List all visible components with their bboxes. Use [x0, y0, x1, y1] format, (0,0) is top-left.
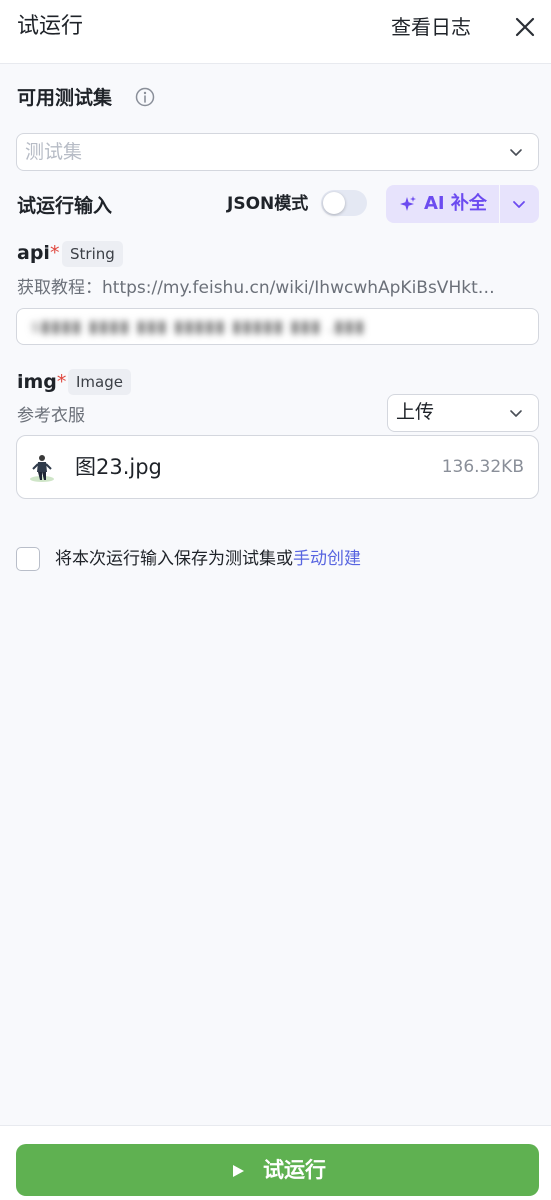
ai-complete-label: AI 补全 — [424, 193, 487, 214]
play-icon — [233, 1165, 244, 1177]
view-logs-button[interactable]: 查看日志 — [391, 14, 471, 40]
json-mode-label: JSON模式 — [227, 194, 309, 214]
chevron-down-icon — [510, 410, 522, 417]
required-mark: * — [49, 242, 60, 264]
img-description: 参考衣服 — [17, 406, 85, 426]
api-type-tag: String — [62, 241, 123, 267]
test-set-title: 可用测试集 — [17, 87, 113, 109]
info-icon[interactable] — [135, 87, 155, 107]
img-source-select[interactable]: 上传 — [387, 394, 539, 432]
api-field-label: api* — [17, 240, 59, 266]
save-test-set-text: 将本次运行输入保存为测试集或手动创建 — [55, 547, 361, 571]
image-thumbnail — [28, 452, 56, 482]
ai-complete-dropdown[interactable] — [500, 185, 539, 223]
json-mode-toggle[interactable] — [321, 190, 367, 216]
chevron-down-icon — [513, 201, 525, 208]
save-test-set-label: 将本次运行输入保存为测试集或 — [55, 549, 293, 569]
file-name: 图23.jpg — [75, 455, 162, 479]
close-icon[interactable] — [512, 14, 538, 40]
panel-header: 试运行 查看日志 — [0, 0, 551, 64]
img-type-tag: Image — [68, 369, 131, 395]
test-set-placeholder: 测试集 — [25, 141, 83, 163]
panel-title: 试运行 — [17, 14, 84, 39]
save-test-set-checkbox[interactable] — [16, 547, 40, 571]
run-button[interactable]: 试运行 — [16, 1144, 539, 1196]
img-source-value: 上传 — [396, 401, 435, 423]
chevron-down-icon — [510, 149, 522, 156]
api-field-name: api — [17, 242, 50, 264]
api-input[interactable]: s▮▮▮▮ ▮▮▮▮ ▮▮▮ ▮▮▮▮▮ ▮▮▮▮▮ ▮▮▮ .▮▮▮ — [16, 308, 539, 345]
ai-complete-button[interactable]: AI 补全 — [386, 185, 499, 223]
required-mark: * — [56, 371, 67, 393]
test-set-select[interactable]: 测试集 — [16, 133, 539, 171]
file-size: 136.32KB — [441, 457, 524, 477]
sparkle-icon — [400, 196, 416, 211]
img-field-name: img — [17, 371, 57, 393]
run-input-title: 试运行输入 — [17, 195, 113, 217]
run-button-label: 试运行 — [263, 1158, 326, 1182]
manual-create-link[interactable]: 手动创建 — [293, 549, 361, 569]
uploaded-file-card[interactable]: 图23.jpg 136.32KB — [16, 435, 539, 499]
api-input-value: s▮▮▮▮ ▮▮▮▮ ▮▮▮ ▮▮▮▮▮ ▮▮▮▮▮ ▮▮▮ .▮▮▮ — [31, 317, 366, 337]
img-field-label: img* — [17, 369, 66, 395]
toggle-knob — [323, 192, 345, 214]
api-description: 获取教程：https://my.feishu.cn/wiki/IhwcwhApK… — [17, 278, 495, 298]
